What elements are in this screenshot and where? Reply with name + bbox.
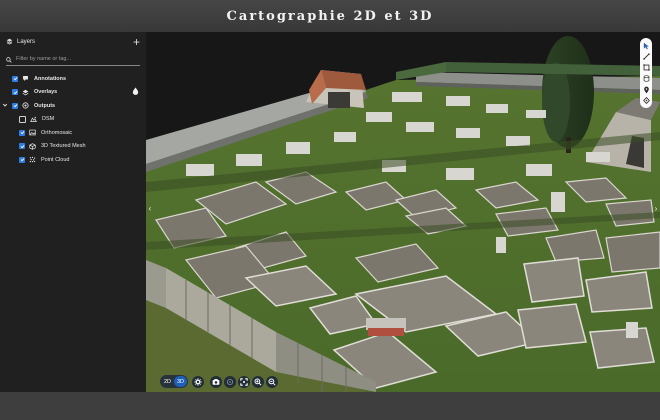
view-mode-toggle: 2D 3D bbox=[160, 375, 188, 388]
chevron-down-icon[interactable] bbox=[2, 102, 8, 110]
line-icon[interactable] bbox=[641, 51, 651, 62]
orthomosaic-icon bbox=[29, 129, 36, 136]
layer-label: 3D Textured Mesh bbox=[41, 143, 86, 150]
layer-overlays[interactable]: Overlays bbox=[0, 86, 146, 100]
search-icon bbox=[6, 50, 12, 68]
marker-icon[interactable] bbox=[641, 84, 651, 95]
view-2d-button[interactable]: 2D bbox=[161, 376, 174, 387]
layer-outputs[interactable]: Outputs bbox=[0, 99, 146, 113]
layer-label: Annotations bbox=[34, 75, 67, 82]
output-orthomosaic[interactable]: Orthomosaic bbox=[0, 126, 146, 140]
app-window: Layers + Annotations Overlays bbox=[0, 32, 660, 392]
layer-label: Overlays bbox=[34, 89, 58, 96]
layer-label: DSM bbox=[42, 116, 55, 123]
layer-tree: Annotations Overlays Outputs DSM Orthomo… bbox=[0, 72, 146, 167]
dsm-checkbox[interactable] bbox=[19, 115, 26, 123]
view-3d-button[interactable]: 3D bbox=[174, 376, 187, 387]
layers-icon bbox=[6, 38, 13, 47]
point-cloud-checkbox[interactable] bbox=[19, 156, 25, 163]
zoom-in-icon[interactable] bbox=[252, 375, 264, 388]
location-icon[interactable] bbox=[641, 95, 651, 106]
select-icon[interactable] bbox=[641, 40, 651, 51]
chevron-right-icon[interactable]: › bbox=[653, 204, 659, 214]
settings-icon[interactable] bbox=[192, 375, 204, 388]
measure-toolbar bbox=[640, 38, 652, 108]
target-icon[interactable] bbox=[224, 375, 236, 388]
layers-title: Layers bbox=[17, 39, 36, 45]
camera-icon[interactable] bbox=[210, 375, 222, 388]
layer-search-input[interactable] bbox=[16, 56, 136, 62]
orthomosaic-checkbox[interactable] bbox=[19, 129, 25, 136]
layer-label: Outputs bbox=[34, 102, 56, 109]
opacity-icon[interactable] bbox=[132, 87, 139, 97]
page-title: Cartographie 2D et 3D bbox=[226, 8, 434, 24]
layer-annotations[interactable]: Annotations bbox=[0, 72, 146, 86]
overlay-icon bbox=[22, 89, 29, 96]
output-dsm[interactable]: DSM bbox=[0, 113, 146, 127]
overlays-checkbox[interactable] bbox=[12, 89, 18, 96]
annotation-icon bbox=[22, 75, 29, 82]
cemetery-3d-scene[interactable] bbox=[146, 32, 660, 392]
point-cloud-icon bbox=[29, 156, 36, 163]
layer-label: Point Cloud bbox=[41, 156, 70, 163]
output-icon bbox=[22, 102, 29, 109]
plus-icon[interactable]: + bbox=[133, 36, 140, 48]
3d-map-viewport[interactable]: ‹ › 2D 3D bbox=[146, 32, 660, 392]
zoom-out-icon[interactable] bbox=[266, 375, 278, 388]
page-banner: Cartographie 2D et 3D bbox=[0, 0, 660, 32]
view-toolbar: 2D 3D bbox=[160, 375, 279, 388]
mesh-icon bbox=[29, 143, 36, 150]
annotations-checkbox[interactable] bbox=[12, 75, 18, 82]
fit-icon[interactable] bbox=[238, 375, 250, 388]
dsm-icon bbox=[30, 116, 37, 123]
area-icon[interactable] bbox=[641, 62, 651, 73]
output-point-cloud[interactable]: Point Cloud bbox=[0, 153, 146, 167]
outputs-checkbox[interactable] bbox=[12, 102, 18, 109]
chevron-left-icon[interactable]: ‹ bbox=[147, 204, 153, 214]
layer-search bbox=[6, 53, 140, 66]
volume-icon[interactable] bbox=[641, 73, 651, 84]
output-3d-textured-mesh[interactable]: 3D Textured Mesh bbox=[0, 140, 146, 154]
mesh-checkbox[interactable] bbox=[19, 143, 25, 150]
layer-label: Orthomosaic bbox=[41, 129, 73, 136]
layers-panel: Layers + Annotations Overlays bbox=[0, 32, 147, 392]
layers-header: Layers + bbox=[0, 34, 146, 50]
